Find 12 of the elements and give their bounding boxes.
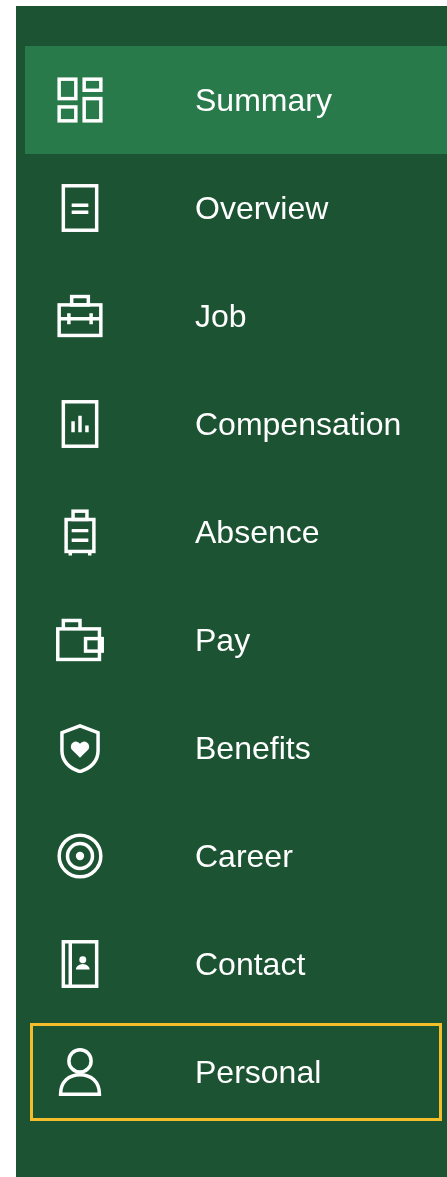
dashboard-icon: [55, 75, 105, 125]
target-icon: [55, 831, 105, 881]
sidebar-item[interactable]: Contact: [25, 910, 447, 1018]
sidebar-item[interactable]: Overview: [25, 154, 447, 262]
sidebar-item[interactable]: Personal: [25, 1018, 447, 1126]
sidebar-item[interactable]: Absence: [25, 478, 447, 586]
sidebar-item[interactable]: Benefits: [25, 694, 447, 802]
sidebar-item[interactable]: Career: [25, 802, 447, 910]
sidebar-item[interactable]: Compensation: [25, 370, 447, 478]
sidebar-item[interactable]: Summary: [25, 46, 447, 154]
sidebar-item[interactable]: Pay: [25, 586, 447, 694]
sidebar-item[interactable]: Job: [25, 262, 447, 370]
